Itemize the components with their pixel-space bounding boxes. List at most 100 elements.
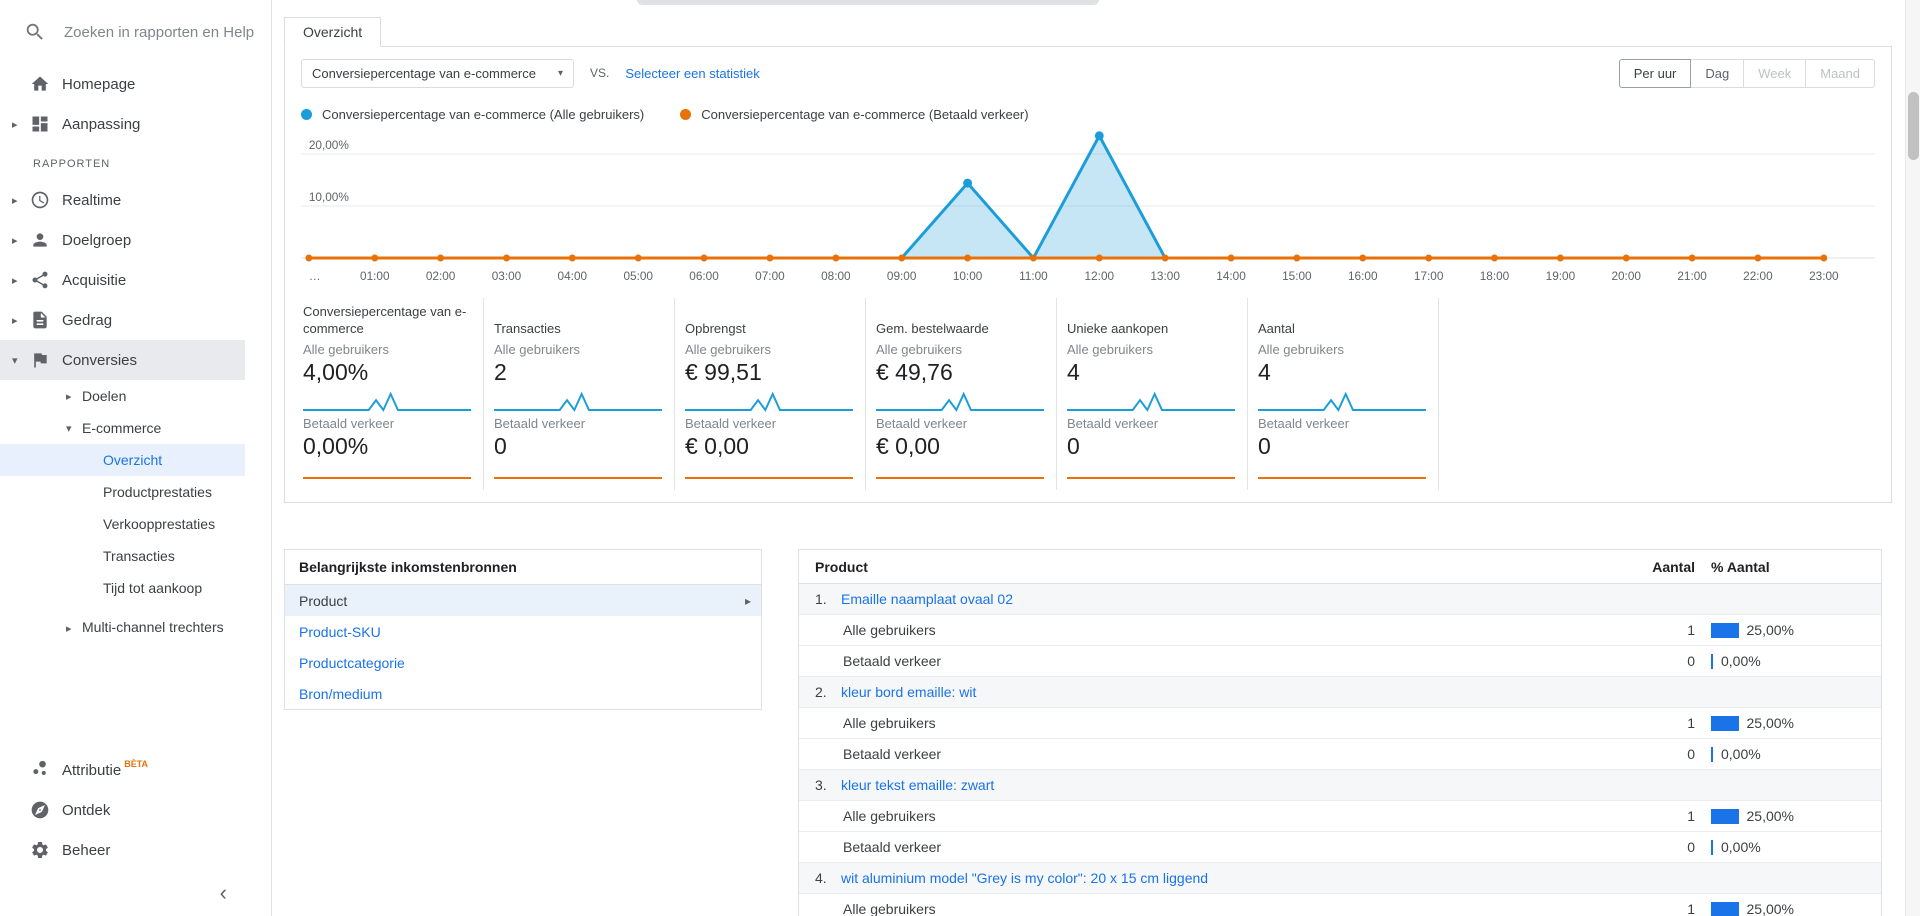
source-item-productcategorie[interactable]: Productcategorie [285, 647, 761, 678]
sidebar-item-beheer[interactable]: Beheer [0, 830, 271, 870]
collapse-sidebar-button[interactable]: ‹ [220, 882, 227, 904]
revenue-sources-panel: Belangrijkste inkomstenbronnen Product▸P… [284, 549, 762, 710]
table-header-row: Product Aantal % Aantal [799, 550, 1881, 584]
sidebar-item-e-commerce[interactable]: ▾E-commerce [0, 412, 271, 444]
select-metric-link[interactable]: Selecteer een statistiek [625, 66, 759, 81]
report-panel: Conversiepercentage van e-commerce ▾ VS.… [284, 46, 1892, 503]
sidebar-item-doelgroep[interactable]: ▸Doelgroep [0, 220, 271, 260]
sidebar-item-gedrag[interactable]: ▸Gedrag [0, 300, 271, 340]
sidebar-search[interactable]: Zoeken in rapporten en Help [0, 0, 271, 64]
conversion-rate-line-chart: 10,00%20,00%…01:0002:0003:0004:0005:0006… [301, 130, 1875, 294]
granularity-button-group: Per uurDagWeekMaand [1620, 59, 1875, 88]
admin-icon [30, 840, 50, 860]
paid-traffic-sparkline [876, 468, 1044, 480]
metric-card-1: Conversiepercentage van e-commerceAlle g… [293, 298, 484, 490]
svg-text:10:00: 10:00 [953, 269, 983, 283]
source-item-product[interactable]: Product▸ [285, 585, 761, 616]
metric-card-3: OpbrengstAlle gebruikers€ 99,51Betaald v… [675, 298, 866, 490]
product-link[interactable]: kleur tekst emaille: zwart [841, 777, 1869, 793]
chevron-right-icon: ▸ [12, 194, 18, 207]
sidebar-item-multi-channel-trechters[interactable]: ▸Multi-channel trechters [0, 604, 271, 652]
table-row-segment: Alle gebruikers125,00% [799, 801, 1881, 832]
sidebar-item-tijd-tot-aankoop[interactable]: Tijd tot aankoop [0, 572, 271, 604]
metric-card-title: Aantal [1258, 304, 1426, 338]
svg-text:02:00: 02:00 [426, 269, 456, 283]
sidebar-item-label: Realtime [62, 192, 121, 209]
segment-label: Alle gebruikers [843, 901, 1615, 916]
granularity-week[interactable]: Week [1743, 59, 1806, 88]
svg-text:10,00%: 10,00% [309, 190, 349, 204]
product-link[interactable]: kleur bord emaille: wit [841, 684, 1869, 700]
chart-legend: Conversiepercentage van e-commerce (Alle… [301, 107, 1875, 122]
metric-value-all-users: 4 [1067, 359, 1235, 386]
sidebar-spacer [0, 652, 271, 750]
legend-entry-1: Conversiepercentage van e-commerce (Beta… [680, 107, 1028, 122]
discover-icon [30, 800, 50, 820]
metric-card-6: AantalAlle gebruikers4Betaald verkeer0 [1248, 298, 1439, 490]
pct-value: 25,00% [1747, 808, 1794, 824]
behavior-icon [30, 310, 50, 330]
svg-text:19:00: 19:00 [1546, 269, 1576, 283]
col-header-pct-aantal[interactable]: % Aantal [1711, 559, 1869, 575]
segment-label-all-users: Alle gebruikers [1067, 342, 1235, 357]
sidebar-item-conversies[interactable]: ▾Conversies [0, 340, 245, 380]
pct-aantal-cell: 25,00% [1711, 622, 1869, 638]
sidebar-item-ontdek[interactable]: Ontdek [0, 790, 271, 830]
sidebar-item-label: Verkoopprestaties [103, 516, 215, 532]
chevron-right-icon: ▸ [66, 390, 72, 403]
acquisition-icon [30, 270, 50, 290]
col-header-aantal[interactable]: Aantal [1615, 559, 1695, 575]
sidebar-item-aanpassing[interactable]: ▸Aanpassing [0, 104, 271, 144]
svg-text:01:00: 01:00 [360, 269, 390, 283]
sidebar-item-attributie[interactable]: AttributieBÈTA [0, 750, 271, 790]
page-scrollbar [1905, 0, 1920, 916]
sidebar-item-label: Aanpassing [62, 116, 140, 133]
all-users-sparkline [1067, 390, 1235, 412]
source-item-product-sku[interactable]: Product-SKU [285, 616, 761, 647]
pct-value: 25,00% [1747, 622, 1794, 638]
table-row-segment: Alle gebruikers125,00% [799, 894, 1881, 916]
granularity-per-uur[interactable]: Per uur [1619, 59, 1692, 88]
sidebar-item-acquisitie[interactable]: ▸Acquisitie [0, 260, 271, 300]
chevron-right-icon: ▸ [745, 594, 751, 608]
revenue-sources-list: Product▸Product-SKUProductcategorieBron/… [285, 585, 761, 709]
pct-bar [1711, 902, 1739, 916]
scrollbar-thumb[interactable] [1908, 92, 1919, 160]
product-table-panel: Product Aantal % Aantal 1.Emaille naampl… [798, 549, 1882, 916]
sidebar-item-productprestaties[interactable]: Productprestaties [0, 476, 271, 508]
pct-bar [1711, 623, 1739, 638]
pct-value: 0,00% [1721, 746, 1761, 762]
pct-aantal-cell: 0,00% [1711, 746, 1869, 762]
row-number: 4. [815, 870, 841, 886]
segment-label-all-users: Alle gebruikers [876, 342, 1044, 357]
svg-text:15:00: 15:00 [1282, 269, 1312, 283]
metric-value-all-users: 4 [1258, 359, 1426, 386]
segment-label-all-users: Alle gebruikers [494, 342, 662, 357]
sidebar-section-rapporten: RAPPORTEN [0, 144, 271, 180]
product-link[interactable]: wit aluminium model "Grey is my color": … [841, 870, 1869, 886]
granularity-dag[interactable]: Dag [1690, 59, 1744, 88]
sidebar-item-overzicht[interactable]: Overzicht [0, 444, 245, 476]
svg-text:17:00: 17:00 [1414, 269, 1444, 283]
sidebar-item-verkoopprestaties[interactable]: Verkoopprestaties [0, 508, 271, 540]
aantal-value: 0 [1615, 746, 1695, 762]
col-header-product[interactable]: Product [815, 559, 1615, 575]
sidebar-item-homepage[interactable]: Homepage [0, 64, 271, 104]
metric-selector-dropdown[interactable]: Conversiepercentage van e-commerce ▾ [301, 59, 574, 88]
sidebar-item-realtime[interactable]: ▸ Realtime [0, 180, 271, 220]
legend-dot-icon [680, 109, 691, 120]
sidebar-item-doelen[interactable]: ▸Doelen [0, 380, 271, 412]
metric-card-title: Gem. bestelwaarde [876, 304, 1044, 338]
sidebar-item-label: Attributie [62, 762, 121, 779]
audience-icon [30, 230, 50, 250]
table-row-product: 4.wit aluminium model "Grey is my color"… [799, 863, 1881, 894]
product-link[interactable]: Emaille naamplaat ovaal 02 [841, 591, 1869, 607]
chevron-down-icon: ▾ [66, 422, 72, 435]
granularity-maand[interactable]: Maand [1805, 59, 1875, 88]
svg-text:09:00: 09:00 [887, 269, 917, 283]
svg-text:03:00: 03:00 [492, 269, 522, 283]
source-item-bron-medium[interactable]: Bron/medium [285, 678, 761, 709]
tab-overzicht[interactable]: Overzicht [284, 17, 381, 47]
sidebar-item-transacties[interactable]: Transacties [0, 540, 271, 572]
aantal-value: 1 [1615, 622, 1695, 638]
